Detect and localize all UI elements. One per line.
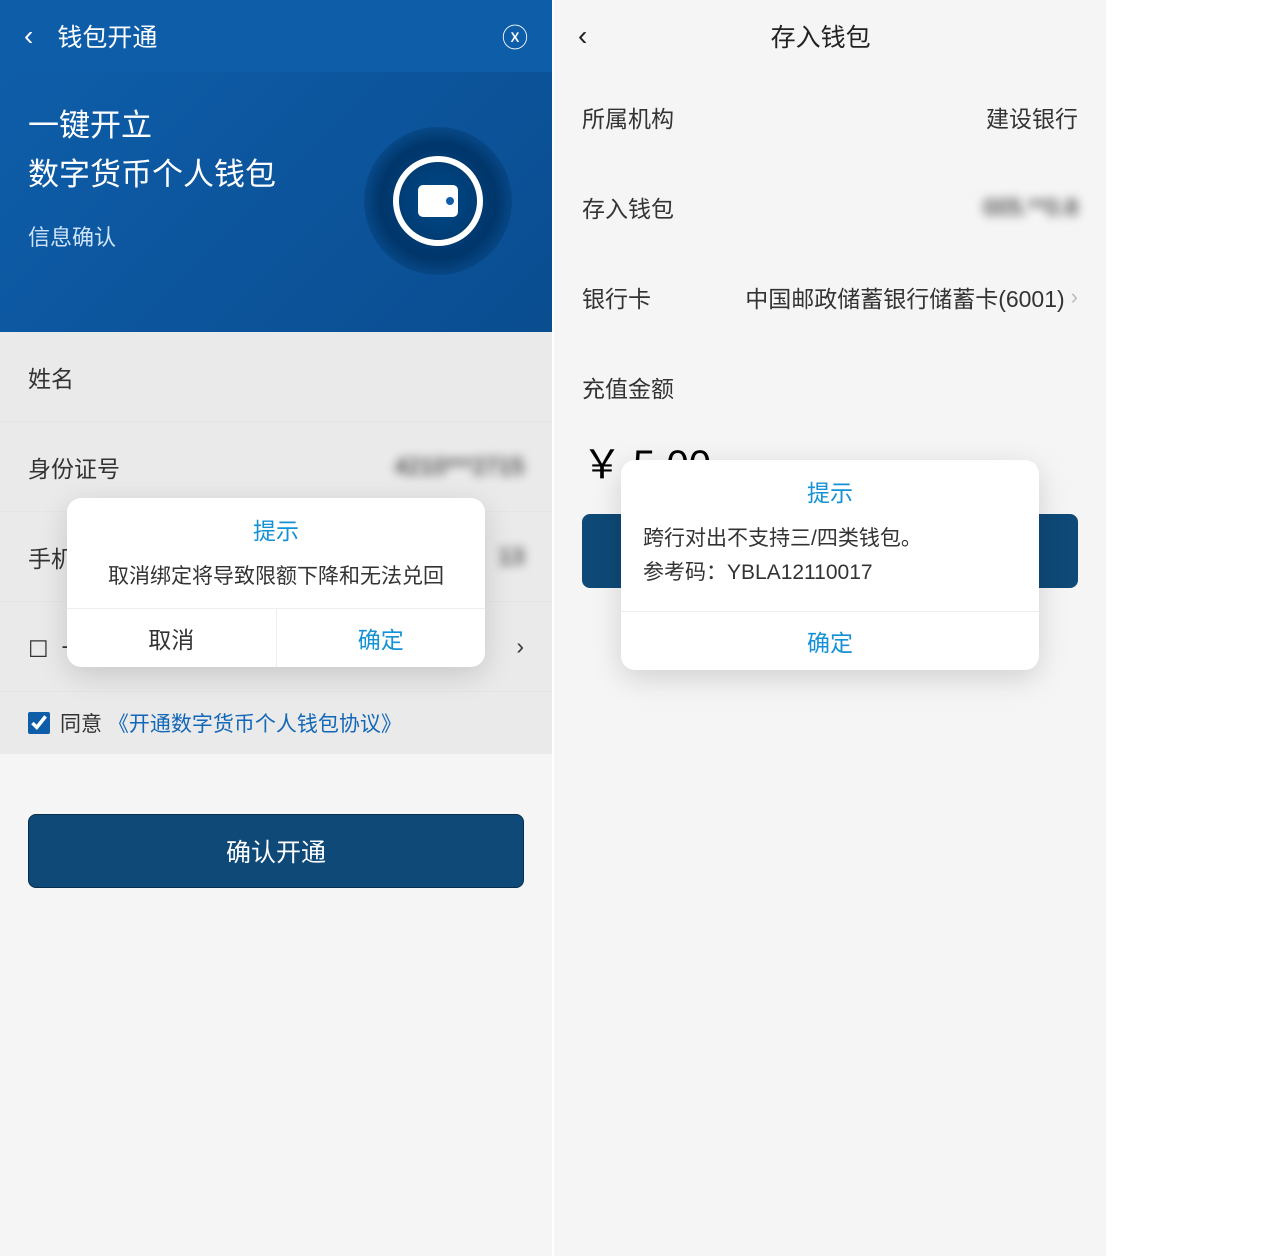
dialog-body: 取消绑定将导致限额下降和无法兑回	[67, 560, 485, 608]
phone-left: ‹ 钱包开通 ⓧ 一键开立 数字货币个人钱包 信息确认 姓名 身份证号 4210…	[0, 0, 552, 1256]
alert-dialog: 提示 跨行对出不支持三/四类钱包。 参考码：YBLA12110017 确定	[621, 460, 1039, 670]
dialog-title: 提示	[67, 498, 485, 560]
dialog-line2: 参考码：YBLA12110017	[643, 556, 1017, 590]
dialog-title: 提示	[621, 460, 1039, 522]
dialog-overlay: 提示 跨行对出不支持三/四类钱包。 参考码：YBLA12110017 确定	[554, 0, 1106, 1256]
ok-button[interactable]: 确定	[276, 609, 486, 667]
cancel-button[interactable]: 取消	[67, 609, 276, 667]
dialog-line1: 跨行对出不支持三/四类钱包。	[643, 522, 1017, 556]
dialog-overlay: 提示 取消绑定将导致限额下降和无法兑回 取消 确定	[0, 0, 552, 1256]
phone-right: ‹ 存入钱包 所属机构 建设银行 存入钱包 005.**0.8 银行卡 中国邮政…	[554, 0, 1106, 1256]
ok-button[interactable]: 确定	[621, 612, 1039, 670]
dialog-body: 跨行对出不支持三/四类钱包。 参考码：YBLA12110017	[621, 522, 1039, 611]
dialog-actions: 确定	[621, 611, 1039, 670]
alert-dialog: 提示 取消绑定将导致限额下降和无法兑回 取消 确定	[67, 498, 485, 667]
dialog-actions: 取消 确定	[67, 608, 485, 667]
